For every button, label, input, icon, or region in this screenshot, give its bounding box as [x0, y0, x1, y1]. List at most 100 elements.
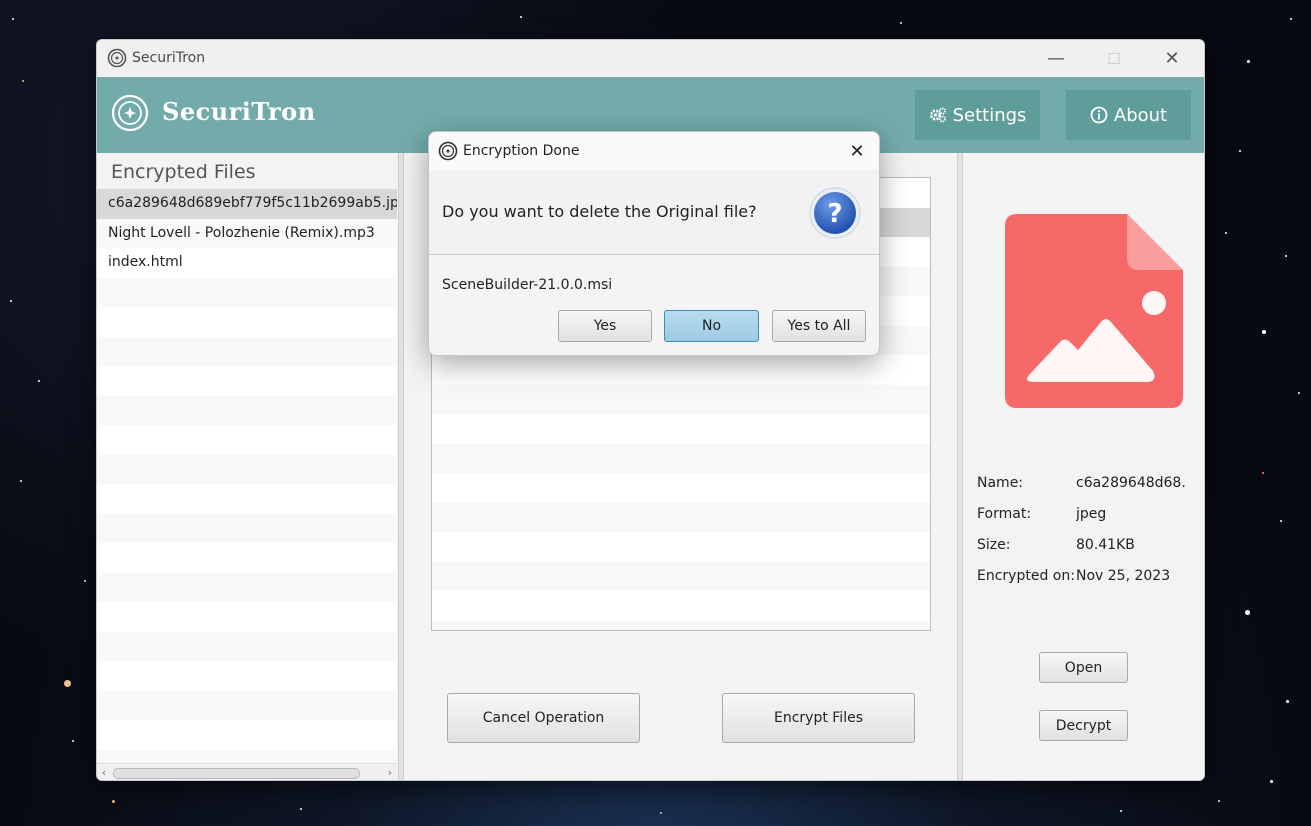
close-icon: ✕ [1164, 48, 1180, 69]
file-list-item[interactable]: Night Lovell - Polozhenie (Remix).mp3 [97, 218, 397, 248]
star [1298, 392, 1300, 394]
queue-row [432, 473, 930, 503]
settings-button[interactable]: Settings [915, 90, 1040, 140]
star [1285, 255, 1287, 257]
question-icon: ? [809, 187, 861, 239]
queue-row [432, 384, 930, 414]
empty-row [97, 602, 397, 632]
empty-row [97, 454, 397, 484]
encrypt-files-button[interactable]: Encrypt Files [722, 693, 915, 743]
no-button[interactable]: No [664, 310, 759, 342]
about-label: About [1113, 104, 1168, 126]
file-details-pane: Name: c6a289648d68... Format: jpeg Size:… [963, 153, 1204, 780]
empty-row [97, 395, 397, 425]
empty-row [97, 572, 397, 602]
image-file-icon [1005, 214, 1183, 408]
dialog-close-button[interactable]: ✕ [843, 138, 871, 164]
star [1286, 700, 1289, 703]
cancel-operation-button[interactable]: Cancel Operation [447, 693, 640, 743]
size-label: Size: [977, 537, 1011, 553]
minimize-button[interactable]: — [1027, 40, 1085, 77]
star [520, 16, 522, 18]
queue-row [432, 443, 930, 473]
star [38, 380, 40, 382]
star [1262, 472, 1264, 474]
scroll-right-icon[interactable]: › [383, 764, 397, 780]
file-info: Name: c6a289648d68... Format: jpeg Size:… [977, 475, 1186, 599]
star [1270, 780, 1273, 783]
star [1280, 520, 1282, 522]
queue-row [432, 414, 930, 444]
format-row: Format: jpeg [977, 506, 1186, 537]
size-value: 80.41KB [1076, 537, 1135, 553]
encrypted-on-row: Encrypted on: Nov 25, 2023 [977, 568, 1186, 599]
queue-row [432, 620, 930, 630]
star [660, 812, 662, 814]
empty-row [97, 277, 397, 307]
dialog-filename: SceneBuilder-21.0.0.msi [442, 277, 613, 293]
star [10, 300, 12, 302]
star [1239, 150, 1241, 152]
file-list-item[interactable]: index.html [97, 248, 397, 278]
settings-label: Settings [952, 104, 1027, 126]
minimize-icon: — [1047, 48, 1065, 69]
maximize-button[interactable]: ☐ [1085, 40, 1143, 77]
encrypted-on-value: Nov 25, 2023 [1076, 568, 1171, 584]
star [72, 740, 74, 742]
empty-row [97, 425, 397, 455]
dialog-title-bar: Encryption Done ✕ [429, 132, 879, 170]
encrypted-files-list[interactable]: c6a289648d689ebf779f5c11b2699ab5.jpg.jp N… [97, 189, 397, 763]
empty-row [97, 661, 397, 691]
format-label: Format: [977, 506, 1032, 522]
empty-row [97, 720, 397, 750]
app-logo-icon [438, 141, 458, 161]
open-button[interactable]: Open [1039, 652, 1128, 683]
dialog-title: Encryption Done [463, 143, 580, 159]
dialog-header: Do you want to delete the Original file?… [429, 170, 879, 255]
horizontal-scrollbar[interactable]: ‹ › [97, 763, 397, 780]
empty-row [97, 513, 397, 543]
star [900, 22, 902, 24]
star [300, 808, 302, 810]
close-window-button[interactable]: ✕ [1143, 40, 1201, 77]
empty-row [97, 690, 397, 720]
star [1225, 232, 1227, 234]
gears-icon [929, 107, 946, 123]
star [1290, 18, 1292, 20]
yes-to-all-button[interactable]: Yes to All [772, 310, 866, 342]
star [1247, 60, 1250, 63]
star [1120, 810, 1122, 812]
star [1262, 330, 1266, 334]
svg-text:?: ? [827, 199, 842, 229]
about-button[interactable]: About [1066, 90, 1191, 140]
brand-name: SecuriTron [162, 97, 316, 126]
scrollbar-thumb[interactable] [113, 768, 360, 779]
decrypt-button[interactable]: Decrypt [1039, 710, 1128, 741]
yes-button[interactable]: Yes [558, 310, 652, 342]
encrypted-files-pane: Encrypted Files c6a289648d689ebf779f5c11… [97, 153, 399, 780]
empty-row [97, 366, 397, 396]
app-logo-icon [107, 48, 127, 68]
encryption-done-dialog: Encryption Done ✕ Do you want to delete … [428, 131, 880, 356]
queue-row [432, 561, 930, 591]
queue-row [432, 591, 930, 621]
maximize-icon: ☐ [1107, 49, 1121, 68]
brand-logo-icon [111, 94, 149, 132]
empty-row [97, 484, 397, 514]
file-list-item[interactable]: c6a289648d689ebf779f5c11b2699ab5.jpg.jp [97, 189, 397, 219]
name-label: Name: [977, 475, 1024, 491]
encrypted-on-label: Encrypted on: [977, 568, 1075, 584]
star [1245, 610, 1250, 615]
pane-divider[interactable] [398, 153, 404, 780]
empty-row [97, 543, 397, 573]
queue-row [432, 502, 930, 532]
empty-row [97, 631, 397, 661]
close-icon: ✕ [849, 140, 865, 162]
scroll-left-icon[interactable]: ‹ [97, 764, 111, 780]
star [112, 800, 115, 803]
empty-row [97, 749, 397, 763]
star [84, 580, 86, 582]
title-bar: SecuriTron — ☐ ✕ [97, 40, 1204, 77]
star [20, 480, 22, 482]
star [22, 80, 24, 82]
